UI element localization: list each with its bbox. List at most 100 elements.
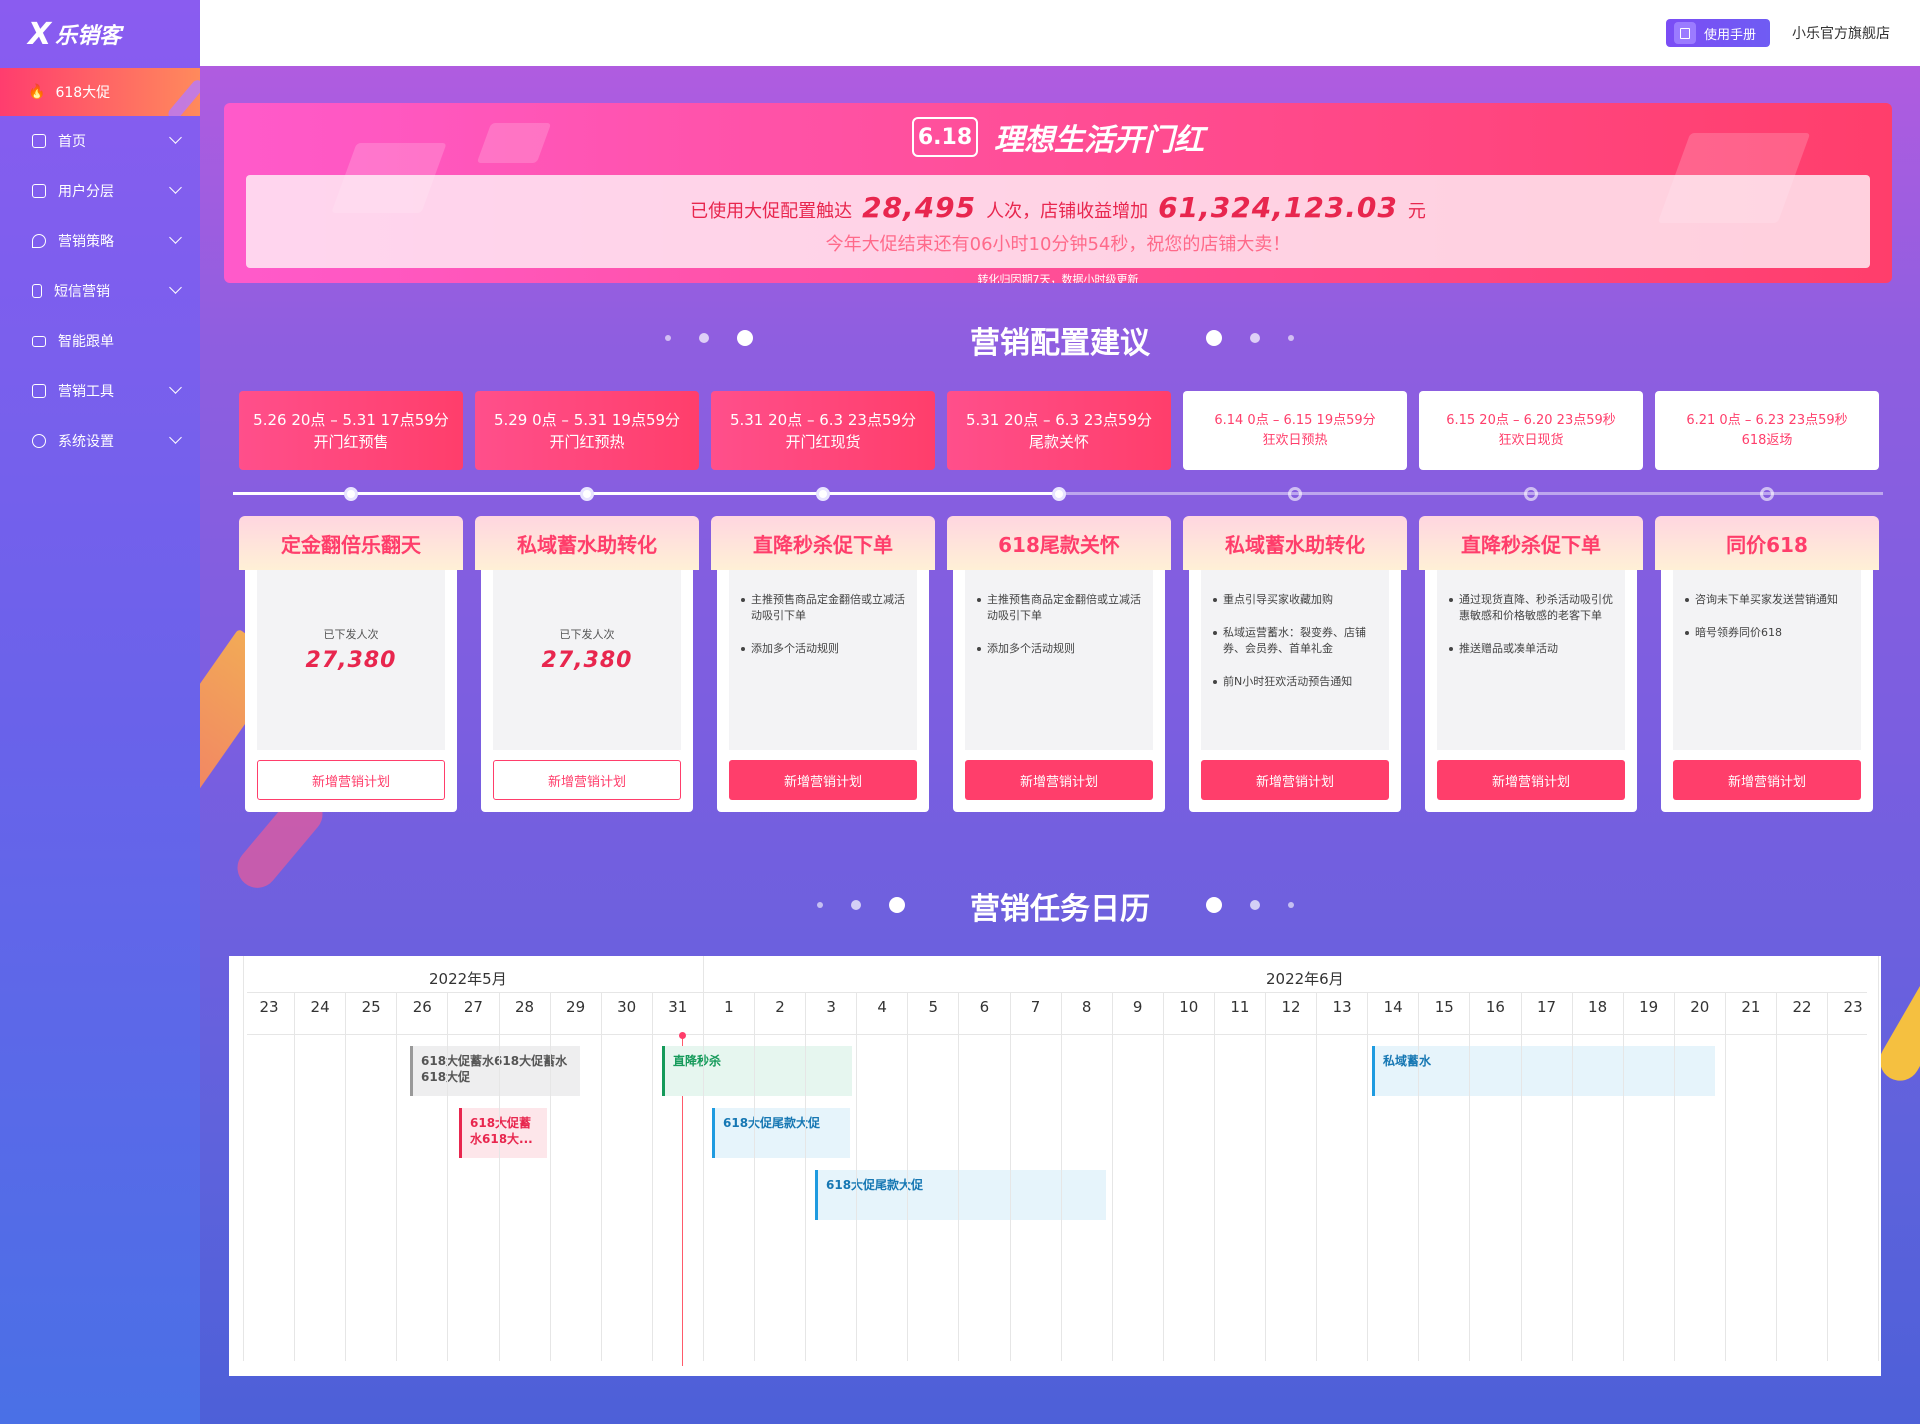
stat-label: 已下发人次 <box>559 628 615 641</box>
sidebar-item-user-layers[interactable]: 用户分层 <box>0 166 200 216</box>
grid-line <box>396 992 398 1361</box>
grid-line <box>1060 992 1062 1361</box>
phase-card[interactable]: 5.29 0点 – 5.31 19点59分 开门红预热 <box>475 391 699 470</box>
day-label: 1 <box>724 998 734 1016</box>
phase-range: 5.29 0点 – 5.31 19点59分 <box>493 410 681 429</box>
new-plan-button[interactable]: 新增营销计划 <box>257 760 445 800</box>
phase-card[interactable]: 6.15 20点 – 6.20 23点59秒 狂欢日现货 <box>1419 391 1643 470</box>
tip-list: 通过现货直降、秒杀活动吸引优惠敏感和价格敏感的老客下单 推送赠品或凑单活动 <box>1437 570 1625 657</box>
new-plan-button[interactable]: 新增营销计划 <box>1673 760 1861 800</box>
phase-card[interactable]: 5.31 20点 – 6.3 23点59分 开门红现货 <box>711 391 935 470</box>
day-label: 15 <box>1434 998 1454 1016</box>
grid-line <box>1673 992 1675 1361</box>
day-label: 2 <box>775 998 785 1016</box>
new-plan-button[interactable]: 新增营销计划 <box>1437 760 1625 800</box>
shop-name[interactable]: 小乐官方旗舰店 <box>1792 23 1890 43</box>
phase-name: 尾款关怀 <box>1028 432 1089 451</box>
user-manual-button[interactable]: 使用手册 <box>1665 19 1770 47</box>
phase-card[interactable]: 6.14 0点 – 6.15 19点59分 狂欢日预热 <box>1183 391 1407 470</box>
card-title: 直降秒杀促下单 <box>711 516 935 570</box>
card-body: 主推预售商品定金翻倍或立减活动吸引下单 添加多个活动规则 新增营销计划 <box>953 570 1165 812</box>
grid-line <box>958 992 960 1361</box>
grid-line <box>1316 992 1318 1361</box>
tip-item: 主推预售商品定金翻倍或立减活动吸引下单 <box>975 592 1145 624</box>
dot <box>1288 335 1294 341</box>
today-marker-dot <box>679 1032 686 1039</box>
grid-line <box>1571 992 1573 1361</box>
new-plan-button[interactable]: 新增营销计划 <box>965 760 1153 800</box>
tip-list: 主推预售商品定金翻倍或立减活动吸引下单 添加多个活动规则 <box>965 570 1153 657</box>
sidebar-item-marketing-strategy[interactable]: 营销策略 <box>0 216 200 266</box>
card-content: 主推预售商品定金翻倍或立减活动吸引下单 添加多个活动规则 <box>729 570 917 750</box>
card-content: 通过现货直降、秒杀活动吸引优惠敏感和价格敏感的老客下单 推送赠品或凑单活动 <box>1437 570 1625 750</box>
day-label: 9 <box>1132 998 1143 1016</box>
phase-card[interactable]: 6.21 0点 – 6.23 23点59秒 618返场 <box>1655 391 1879 470</box>
banner-title-text: 理想生活开门红 <box>994 123 1204 158</box>
new-plan-button[interactable]: 新增营销计划 <box>729 760 917 800</box>
title-decor-right <box>1206 330 1294 346</box>
grid-line <box>1724 992 1726 1361</box>
tip-item: 主推预售商品定金翻倍或立减活动吸引下单 <box>739 592 909 624</box>
new-plan-button[interactable]: 新增营销计划 <box>493 760 681 800</box>
day-label: 22 <box>1792 998 1812 1016</box>
calendar-event[interactable]: 618大促蓄水618大促蓄水618大促 <box>410 1046 580 1096</box>
grid-line <box>243 956 244 1361</box>
calendar-event[interactable]: 618大促尾款大促 <box>712 1108 850 1158</box>
sidebar-item-marketing-tools[interactable]: 营销工具 <box>0 366 200 416</box>
stats-prefix: 已使用大促配置触达 <box>690 201 853 222</box>
day-label: 7 <box>1030 998 1041 1016</box>
phase-range: 6.15 20点 – 6.20 23点59秒 <box>1446 412 1616 428</box>
phase-range: 6.14 0点 – 6.15 19点59分 <box>1214 412 1376 428</box>
sidebar-item-sms[interactable]: 短信营销 <box>0 266 200 316</box>
dot <box>1206 330 1222 346</box>
grid-line <box>805 992 807 1361</box>
phase-card[interactable]: 5.26 20点 – 5.31 17点59分 开门红预售 <box>239 391 463 470</box>
stats-mid: 人次，店铺收益增加 <box>986 201 1149 222</box>
phase-card[interactable]: 5.31 20点 – 6.3 23点59分 尾款关怀 <box>947 391 1171 470</box>
card-body: 通过现货直降、秒杀活动吸引优惠敏感和价格敏感的老客下单 推送赠品或凑单活动 新增… <box>1425 570 1637 812</box>
location-pin-icon <box>32 234 46 248</box>
chevron-down-icon <box>169 381 182 394</box>
calendar-event[interactable]: 私域蓄水 <box>1372 1046 1715 1096</box>
tip-item: 前N小时狂欢活动预告通知 <box>1211 674 1381 690</box>
sidebar-item-618-promo[interactable]: 🔥 618大促 <box>0 68 200 116</box>
card-content: 重点引导买家收藏加购 私域运营蓄水：裂变券、店铺券、会员券、首单礼金 前N小时狂… <box>1201 570 1389 750</box>
sidebar-item-home[interactable]: 首页 <box>0 116 200 166</box>
phone-icon <box>32 284 42 298</box>
chevron-down-icon <box>169 431 182 444</box>
grid-line <box>1827 992 1829 1361</box>
banner-title: 6.18 理想生活开门红 <box>224 115 1892 159</box>
grid-line <box>1622 992 1624 1361</box>
card-content: 已下发人次 27,380 <box>257 570 445 750</box>
grid-line <box>1009 992 1011 1361</box>
top-bar: 使用手册 小乐官方旗舰店 <box>200 0 1920 66</box>
calendar-event[interactable]: 618大促尾款大促 <box>815 1170 1106 1220</box>
app-logo[interactable]: X 乐销客 <box>0 0 200 68</box>
main-content: 6.18 理想生活开门红 已使用大促配置触达 28,495 人次，店铺收益增加 61,… <box>200 66 1920 1424</box>
sidebar-item-settings[interactable]: 系统设置 <box>0 416 200 466</box>
section-title-calendar: 营销任务日历 <box>970 892 1150 927</box>
promo-label: 618大促 <box>55 85 111 101</box>
card-body: 已下发人次 27,380 新增营销计划 <box>245 570 457 812</box>
calendar-event[interactable]: 直降秒杀 <box>662 1046 852 1096</box>
section-title-recommendations: 营销配置建议 <box>970 326 1150 361</box>
sidebar-item-smart-followup[interactable]: 智能跟单 <box>0 316 200 366</box>
grid-line <box>1162 992 1164 1361</box>
grid-line <box>549 992 551 1361</box>
timeline-node <box>816 487 830 501</box>
grid-line <box>247 1034 1867 1035</box>
grid-line <box>1213 992 1215 1361</box>
calendar-event[interactable]: 618大促蓄水618大... <box>459 1108 547 1158</box>
tip-list: 咨询未下单买家发送营销通知 暗号领券同价618 <box>1673 570 1861 641</box>
strategy-card: 私域蓄水助转化 已下发人次 27,380 新增营销计划 <box>475 516 699 812</box>
chart-icon <box>32 134 46 148</box>
grid-line <box>600 992 602 1361</box>
new-plan-button[interactable]: 新增营销计划 <box>1201 760 1389 800</box>
day-label: 17 <box>1536 998 1557 1016</box>
card-body: 已下发人次 27,380 新增营销计划 <box>481 570 693 812</box>
banner-note: 转化归因期7天，数据小时级更新 <box>977 273 1139 283</box>
book-icon <box>1673 22 1696 44</box>
sidebar-item-label: 短信营销 <box>54 284 110 300</box>
phase-name: 开门红预售 <box>313 432 389 451</box>
phase-range: 5.31 20点 – 6.3 23点59分 <box>965 410 1153 429</box>
